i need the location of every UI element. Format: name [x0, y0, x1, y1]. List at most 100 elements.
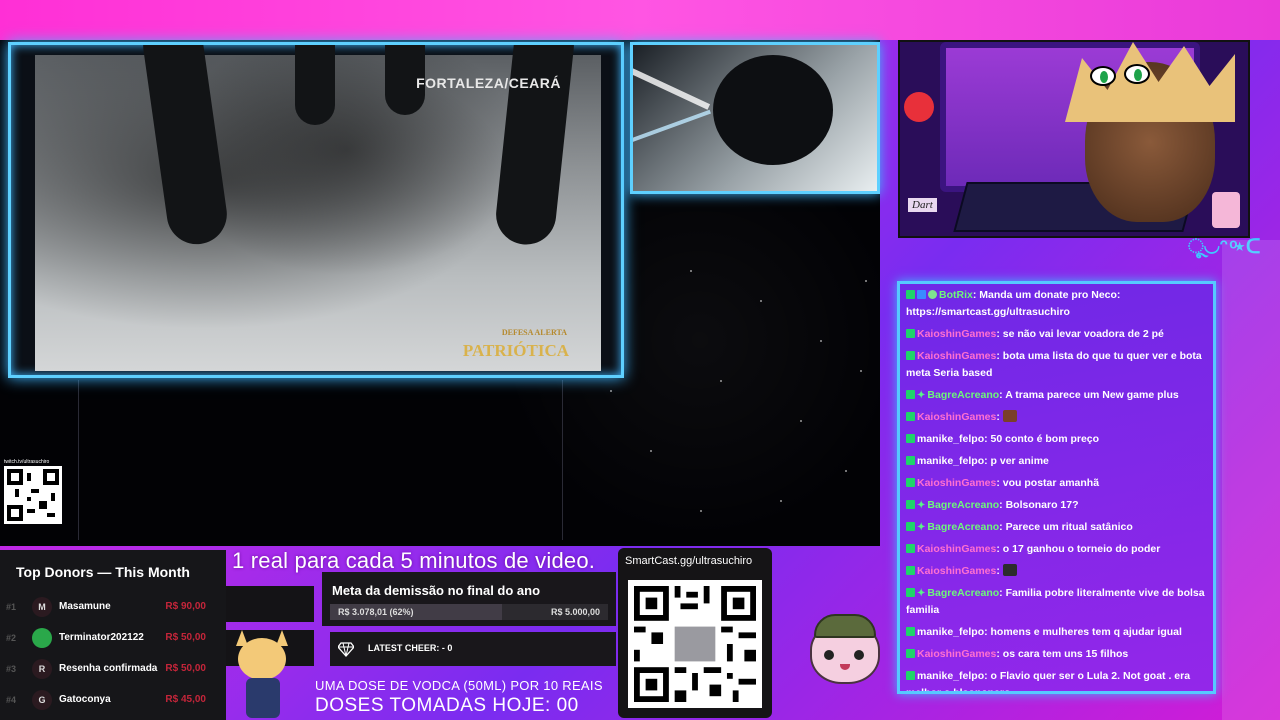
donor-avatar — [32, 628, 52, 648]
decorative-stripe — [1222, 240, 1280, 720]
donor-amount: R$ 50,00 — [165, 663, 206, 674]
diamond-icon — [338, 642, 354, 657]
mascot-eye — [824, 650, 834, 660]
chat-text: : Bolsonaro 17? — [999, 499, 1079, 511]
goal-progress-bar: R$ 3.078,01 (62%) R$ 5.000,00 — [330, 604, 608, 620]
figure-shape — [139, 45, 231, 249]
goal-current-amount: R$ 3.078,01 (62%) — [338, 607, 414, 617]
chat-message: KaioshinGames: — [904, 408, 1209, 427]
smartcast-qr-panel[interactable]: SmartCast.gg/ultrasuchiro — [618, 548, 772, 718]
chat-username[interactable]: BotRix — [939, 289, 973, 301]
chat-message: KaioshinGames: vou postar amanhã — [904, 474, 1209, 493]
qr-pattern — [7, 469, 59, 521]
qr-small-label: twitch.tv/ultrasuchiro — [4, 459, 50, 465]
chat-badge-icon — [906, 456, 915, 465]
chat-username[interactable]: KaioshinGames — [917, 477, 996, 489]
chat-message: KaioshinGames: — [904, 562, 1209, 581]
cat-girl-body — [246, 678, 280, 718]
chat-text: : vou postar amanhã — [996, 477, 1100, 489]
sparkle-badge-icon: ✦ — [917, 588, 926, 599]
chat-text: : p ver anime — [984, 455, 1049, 467]
chat-message: ✦ BagreAcreano: A trama parece um New gam… — [904, 386, 1209, 405]
chat-username[interactable]: BagreAcreano — [927, 389, 999, 401]
video-location-caption: FORTALEZA/CEARÁ — [416, 75, 561, 91]
chat-badge-icon — [906, 588, 915, 597]
chat-badge-icon — [906, 434, 915, 443]
chat-badge-icon — [906, 329, 915, 338]
chat-message: ✦ BagreAcreano: Parece um ritual satânico — [904, 518, 1209, 537]
donor-row: #3 R Resenha confirmada R$ 50,00 — [6, 658, 216, 682]
donor-name: Gatoconya — [59, 694, 111, 705]
chat-username[interactable]: KaioshinGames — [917, 328, 996, 340]
chat-badge-icon — [906, 522, 915, 531]
secondary-video[interactable] — [630, 42, 880, 194]
chat-text: : — [996, 565, 1000, 577]
latest-cheer-widget: LATEST CHEER: - 0 — [330, 632, 616, 666]
chat-badge-icon — [906, 544, 915, 553]
chat-badge-icon — [906, 390, 915, 399]
chat-username[interactable]: KaioshinGames — [917, 648, 996, 660]
chat-message: manike_felpo: o Flavio quer ser o Lula 2… — [904, 667, 1209, 691]
chat-message: KaioshinGames: o 17 ganhou o torneio do … — [904, 540, 1209, 559]
video-figure — [713, 55, 833, 165]
goal-title: Meta da demissão no final do ano — [332, 583, 541, 598]
chat-badge-icon — [906, 351, 915, 360]
donor-rank: #1 — [6, 602, 17, 612]
chat-username[interactable]: KaioshinGames — [917, 565, 996, 577]
video-watermark-top: DEFESA ALERTA — [501, 328, 567, 337]
cat-girl-sticker — [232, 628, 294, 720]
chat-badge-icon — [906, 649, 915, 658]
chat-text: : Parece um ritual satânico — [999, 521, 1133, 533]
chat-badge-icon — [906, 412, 915, 421]
chat-username[interactable]: BagreAcreano — [927, 499, 999, 511]
eye-right — [1124, 64, 1150, 84]
chat-username[interactable]: BagreAcreano — [927, 521, 999, 533]
chat-text: : A trama parece um New game plus — [999, 389, 1179, 401]
chat-username[interactable]: KaioshinGames — [917, 543, 996, 555]
cat-girl-head — [238, 638, 286, 680]
video-frame — [35, 45, 601, 371]
chat-text: : os cara tem uns 15 filhos — [996, 648, 1129, 660]
lightning-streak — [633, 66, 711, 110]
chat-badge-icon — [906, 671, 915, 680]
chat-username[interactable]: manike_felpo — [917, 670, 984, 682]
donor-amount: R$ 50,00 — [165, 632, 206, 643]
chat-text: : — [996, 411, 1000, 423]
donor-amount: R$ 90,00 — [165, 601, 206, 612]
top-band — [0, 0, 1280, 40]
chat-message: BotRix: Manda um donate pro Neco: https:… — [904, 286, 1209, 322]
chat-username[interactable]: manike_felpo — [917, 433, 984, 445]
smartcast-url: SmartCast.gg/ultrasuchiro — [625, 555, 753, 567]
donor-name: Resenha confirmada — [59, 663, 158, 674]
qr-code-small[interactable] — [4, 466, 62, 524]
chat-badge-icon — [906, 500, 915, 509]
sparkle-badge-icon: ✦ — [917, 522, 926, 533]
top-donors-title: Top Donors — This Month — [16, 564, 190, 580]
chat-username[interactable]: manike_felpo — [917, 455, 984, 467]
chat-panel[interactable]: BotRix: Manda um donate pro Neco: https:… — [897, 281, 1216, 694]
donor-avatar: G — [32, 690, 52, 710]
chat-message: KaioshinGames: se não vai levar voadora … — [904, 325, 1209, 344]
figure-shape — [493, 45, 577, 248]
chat-username[interactable]: KaioshinGames — [917, 350, 996, 362]
chat-badge-icon — [906, 478, 915, 487]
goal-target-amount: R$ 5.000,00 — [550, 607, 600, 617]
main-video-player[interactable]: FORTALEZA/CEARÁ DEFESA ALERTA PATRIÓTICA — [8, 42, 624, 378]
chat-username[interactable]: BagreAcreano — [927, 587, 999, 599]
lightning-streak — [633, 109, 711, 145]
drink-glass — [1212, 192, 1240, 228]
donor-amount: R$ 45,00 — [165, 694, 206, 705]
chat-badge-icon — [906, 290, 915, 299]
chat-username[interactable]: manike_felpo — [917, 626, 984, 638]
qr-code-large[interactable] — [628, 580, 762, 708]
chat-message-list: BotRix: Manda um donate pro Neco: https:… — [904, 286, 1209, 691]
eye-left — [1090, 66, 1116, 86]
donor-row: #2 Terminator202122 R$ 50,00 — [6, 627, 216, 651]
chat-message: KaioshinGames: os cara tem uns 15 filhos — [904, 645, 1209, 664]
lips-sticker — [904, 92, 934, 122]
chat-message: manike_felpo: homens e mulheres tem q aj… — [904, 623, 1209, 642]
chat-badge-icon — [928, 290, 937, 299]
chat-badge-icon — [917, 290, 926, 299]
chat-username[interactable]: KaioshinGames — [917, 411, 996, 423]
chat-message: manike_felpo: p ver anime — [904, 452, 1209, 471]
